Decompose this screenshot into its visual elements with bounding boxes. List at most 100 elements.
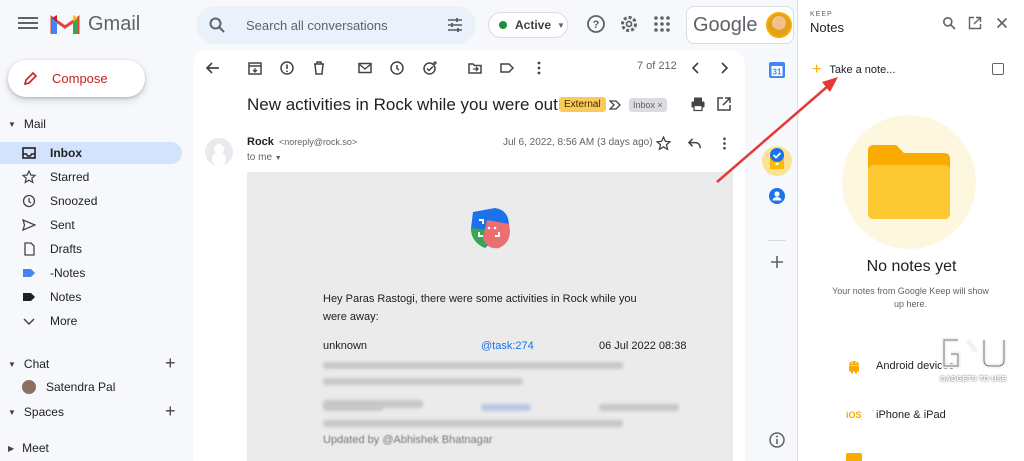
archive-icon[interactable]	[247, 60, 263, 76]
sidebar-item-snoozed[interactable]: Snoozed	[0, 190, 182, 212]
search-options-icon[interactable]	[446, 16, 464, 34]
empty-state-title: No notes yet	[866, 258, 957, 275]
chevron-left-icon[interactable]	[688, 60, 704, 76]
apps-grid-icon[interactable]	[652, 14, 672, 34]
updated-by-text: Updated by @Abhishek Bhatnagar	[323, 434, 493, 446]
clock-icon	[22, 194, 36, 208]
sidebar-item-notes-label[interactable]: -Notes	[0, 262, 182, 284]
caret-down-icon: ▼	[557, 20, 565, 30]
svg-text:?: ?	[593, 19, 600, 31]
new-list-checkbox-icon[interactable]	[992, 63, 1004, 75]
recipient-details[interactable]: to me ▼	[247, 152, 282, 163]
gear-icon[interactable]	[619, 14, 639, 34]
trash-icon[interactable]	[311, 60, 327, 76]
mail-section-label: Mail	[23, 117, 46, 131]
avatar	[22, 380, 36, 394]
mail-section-header[interactable]: ▼ Mail	[8, 117, 46, 131]
more-vert-icon[interactable]	[531, 60, 547, 76]
chevron-down-icon	[22, 314, 36, 328]
blurred-text	[323, 378, 523, 385]
search-bar[interactable]: Search all conversations	[196, 6, 476, 44]
search-input[interactable]: Search all conversations	[246, 18, 446, 33]
blurred-link	[481, 404, 531, 411]
inbox-icon	[22, 146, 36, 160]
mark-unread-icon[interactable]	[357, 60, 373, 76]
tasks-icon[interactable]	[768, 146, 786, 164]
report-spam-icon[interactable]	[279, 60, 295, 76]
chat-section-header[interactable]: ▼ Chat	[8, 357, 49, 371]
google-wordmark: Google	[693, 13, 758, 36]
email-greeting: Hey Paras Rastogi, there were some activ…	[323, 293, 637, 323]
draft-icon	[22, 242, 36, 256]
sidebar-item-label: -Notes	[50, 266, 86, 280]
reply-icon[interactable]	[687, 136, 702, 151]
compose-label: Compose	[52, 71, 108, 86]
contacts-icon[interactable]	[768, 187, 786, 205]
android-icon	[849, 361, 859, 374]
importance-marker-icon[interactable]	[609, 99, 621, 111]
sidebar-item-starred[interactable]: Starred	[0, 166, 182, 188]
sidebar-item-label: Snoozed	[50, 194, 98, 208]
external-badge: External	[559, 97, 606, 112]
sidebar-item-sent[interactable]: Sent	[0, 214, 182, 236]
more-vert-icon[interactable]	[717, 136, 732, 151]
chat-contact[interactable]: Satendra Pal	[22, 380, 115, 394]
sidebar-item-label: Sent	[50, 218, 75, 232]
sidebar-item-inbox[interactable]: Inbox	[0, 142, 182, 164]
chevron-right-icon[interactable]	[716, 60, 732, 76]
account-switcher[interactable]: Google	[686, 6, 794, 44]
activity-user: unknown	[323, 340, 368, 352]
gmail-m-icon	[50, 15, 80, 34]
add-task-icon[interactable]	[422, 60, 438, 76]
collapse-icon: ▼	[8, 407, 16, 417]
spaces-section-header[interactable]: ▼ Spaces	[8, 405, 64, 419]
keep-panel: KEEP Notes + Take a note... No notes yet…	[797, 0, 1024, 461]
back-arrow-icon[interactable]	[205, 60, 221, 76]
calendar-icon[interactable]: 31	[768, 61, 786, 79]
new-chat-button[interactable]: +	[165, 353, 176, 374]
status-label: Active	[515, 18, 552, 32]
label-as-icon[interactable]	[499, 60, 515, 76]
avatar[interactable]	[765, 12, 792, 38]
star-icon[interactable]	[656, 136, 671, 151]
get-addons-icon[interactable]	[768, 253, 786, 271]
sender-avatar[interactable]	[205, 138, 233, 166]
collapse-icon: ▼	[8, 359, 16, 369]
sidebar-item-notes[interactable]: Notes	[0, 286, 182, 308]
plus-icon: +	[812, 61, 822, 78]
ios-devices-link[interactable]: iOS iPhone & iPad	[846, 407, 946, 423]
keep-title: Notes	[810, 20, 844, 35]
info-icon[interactable]	[768, 431, 786, 449]
task-link[interactable]: @task:274	[481, 340, 534, 352]
sidebar-item-drafts[interactable]: Drafts	[0, 238, 182, 260]
keep-brand: KEEP	[810, 11, 833, 18]
meet-section-header[interactable]: ▶ Meet	[8, 441, 49, 455]
print-icon[interactable]	[690, 96, 706, 112]
status-dot	[499, 21, 507, 29]
search-icon[interactable]	[208, 16, 226, 34]
compose-button[interactable]: Compose	[8, 60, 145, 97]
search-icon[interactable]	[942, 16, 956, 30]
sender-name[interactable]: Rock	[247, 136, 274, 148]
meet-section-label: Meet	[22, 441, 49, 455]
status-selector[interactable]: Active ▼	[488, 12, 568, 38]
open-new-window-icon[interactable]	[716, 96, 732, 112]
spaces-section-label: Spaces	[23, 405, 64, 419]
email-body: Hey Paras Rastogi, there were some activ…	[247, 172, 733, 461]
open-new-window-icon[interactable]	[968, 16, 982, 30]
pencil-icon	[23, 71, 38, 85]
snooze-icon[interactable]	[389, 60, 405, 76]
empty-state-description: Your notes from Google Keep will show up…	[832, 286, 989, 309]
sidebar-item-label: Drafts	[50, 242, 83, 256]
gmail-logo[interactable]: Gmail	[50, 12, 140, 36]
help-icon[interactable]: ?	[586, 14, 606, 34]
new-space-button[interactable]: +	[165, 401, 176, 422]
move-to-icon[interactable]	[467, 60, 483, 76]
inbox-label-chip[interactable]: Inbox ×	[629, 98, 667, 112]
sidebar-item-more[interactable]: More	[0, 310, 182, 332]
main-menu-icon[interactable]	[18, 14, 38, 32]
take-note-input[interactable]: + Take a note...	[812, 60, 1012, 80]
sender-email: <noreply@rock.so>	[278, 137, 358, 147]
close-icon[interactable]	[995, 16, 1009, 30]
blurred-text	[323, 420, 623, 427]
